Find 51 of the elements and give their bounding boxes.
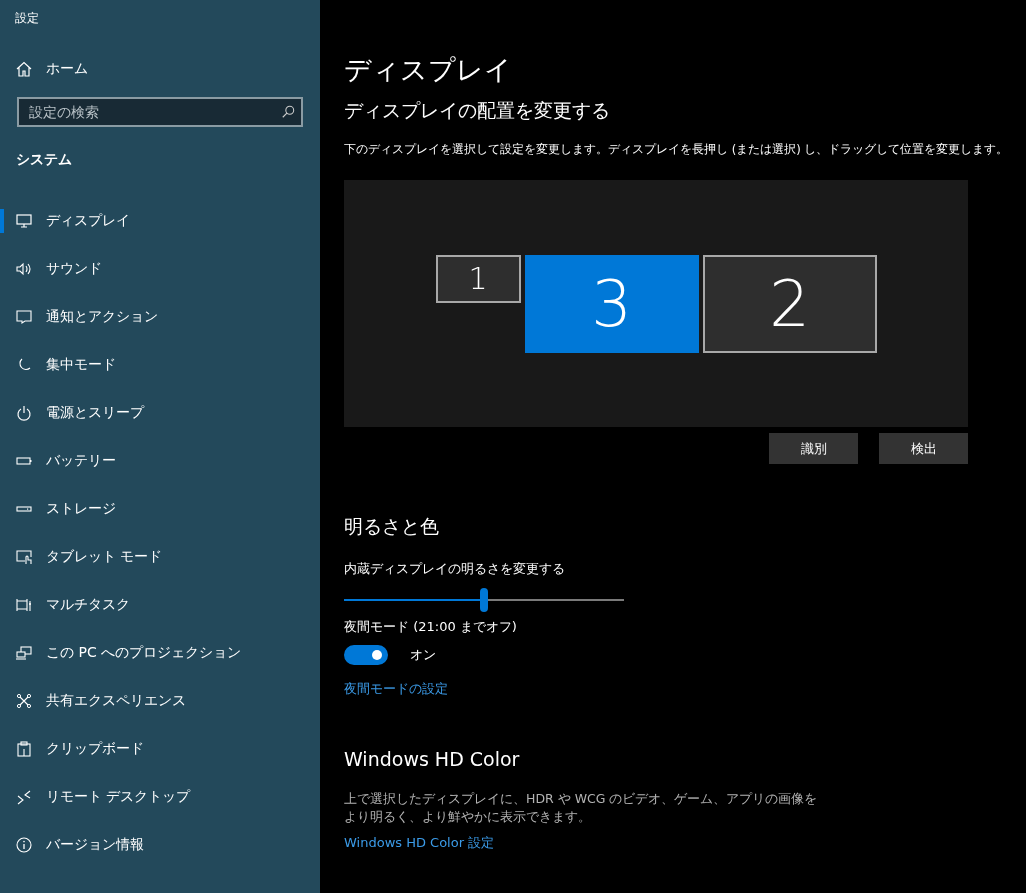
search-field[interactable]: 設定の検索 — [17, 97, 303, 127]
description: 上で選択したディスプレイに、HDR や WCG のビデオ、ゲーム、アプリの画像をより明るく、より鮮やかに表示できます。 — [344, 790, 819, 826]
hd-color-settings-link[interactable]: Windows HD Color 設定 — [344, 834, 495, 852]
display-tile[interactable]: 3 — [524, 254, 699, 353]
projection-icon — [16, 645, 32, 661]
detect-button[interactable]: 検出 — [879, 433, 968, 464]
share-icon — [16, 693, 32, 709]
moon-icon — [16, 357, 32, 373]
speaker-icon — [16, 261, 32, 277]
clipboard-icon — [16, 741, 32, 757]
sidebar-item[interactable]: タブレット モード — [0, 533, 320, 581]
toggle-state: オン — [410, 646, 436, 664]
section-heading: システム — [16, 151, 72, 169]
sidebar-item[interactable]: ディスプレイ — [0, 197, 320, 245]
description: 下のディスプレイを選択して設定を変更します。ディスプレイを長押し (または選択) し、ドラッグして位置を変更します。 — [344, 142, 1009, 157]
home-icon — [16, 61, 32, 77]
sidebar-item[interactable]: バージョン情報 — [0, 821, 320, 869]
slider-label: 内蔵ディスプレイの明るさを変更する — [344, 560, 565, 578]
info-icon — [16, 837, 32, 853]
search-icon — [281, 105, 295, 119]
multitask-icon — [16, 597, 32, 613]
section-heading: 明るさと色 — [344, 514, 439, 539]
monitor-icon — [16, 213, 32, 229]
sidebar-item[interactable]: リモート デスクトップ — [0, 773, 320, 821]
sidebar-item[interactable]: ストレージ — [0, 485, 320, 533]
sidebar-item[interactable]: 共有エクスペリエンス — [0, 677, 320, 725]
night-mode-label: 夜間モード (21:00 までオフ) — [344, 618, 517, 636]
power-icon — [16, 405, 32, 421]
remote-icon — [16, 789, 32, 805]
display-tile[interactable]: 2 — [702, 254, 877, 353]
night-mode-settings-link[interactable]: 夜間モードの設定 — [344, 680, 448, 698]
home-link[interactable]: ホーム — [16, 60, 88, 78]
sidebar-item[interactable]: バッテリー — [0, 437, 320, 485]
sidebar-item[interactable]: マルチタスク — [0, 581, 320, 629]
sidebar-item[interactable]: サウンド — [0, 245, 320, 293]
window-title: 設定 — [15, 11, 39, 25]
sidebar-item[interactable]: 通知とアクション — [0, 293, 320, 341]
sidebar-item[interactable]: 集中モード — [0, 341, 320, 389]
sidebar-item[interactable]: 電源とスリープ — [0, 389, 320, 437]
brightness-slider[interactable] — [344, 588, 624, 612]
display-tile[interactable]: 1 — [435, 254, 521, 303]
tablet-touch-icon — [16, 549, 32, 565]
section-heading: ディスプレイの配置を変更する — [344, 98, 610, 123]
slider-thumb[interactable] — [480, 588, 488, 612]
identify-button[interactable]: 識別 — [769, 433, 858, 464]
page-title: ディスプレイ — [344, 53, 512, 87]
sidebar-item[interactable]: この PC へのプロジェクション — [0, 629, 320, 677]
section-heading: Windows HD Color — [344, 748, 520, 770]
toggle-switch[interactable] — [344, 645, 388, 665]
speech-bubble-icon — [16, 309, 32, 325]
sidebar-item[interactable]: クリップボード — [0, 725, 320, 773]
